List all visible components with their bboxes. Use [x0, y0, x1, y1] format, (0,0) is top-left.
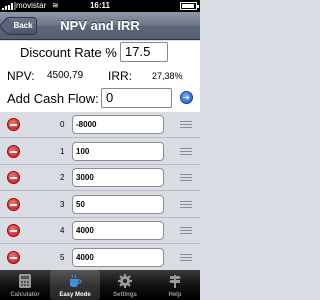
add-cash-flow-button[interactable]: ➜ [180, 91, 193, 104]
tab-label: Settings [113, 292, 137, 298]
discount-rate-label: Discount Rate % [20, 45, 117, 60]
delete-row-button[interactable] [7, 224, 20, 237]
reorder-handle-icon[interactable] [180, 121, 192, 129]
cash-flow-row: 1 100 [0, 138, 200, 165]
signpost-icon [169, 275, 181, 288]
delete-row-button[interactable] [7, 118, 20, 131]
tab-help[interactable]: Help [150, 270, 200, 300]
cash-flow-list[interactable]: 0 -8000 1 100 2 3000 3 50 4 4000 5 4000 [0, 112, 200, 271]
cash-flow-row: 5 4000 [0, 244, 200, 271]
tab-calculator[interactable]: Calculator [0, 270, 50, 300]
add-cash-flow-input[interactable]: 0 [101, 88, 172, 108]
cash-flow-row: 0 -8000 [0, 112, 200, 138]
discount-rate-input[interactable]: 17.5 [120, 42, 168, 62]
tab-label: Help [168, 292, 182, 298]
tab-label: Easy Mode [59, 292, 91, 298]
tab-label: Calculator [10, 292, 40, 298]
navigation-bar: Back NPV and IRR [0, 12, 200, 40]
input-form: Discount Rate % 17.5 NPV: 4500,79 IRR: 2… [0, 41, 200, 112]
cash-flow-index: 4 [60, 226, 65, 235]
cash-flow-input[interactable]: 50 [72, 194, 164, 214]
page-title: NPV and IRR [60, 18, 140, 33]
tab-bar: Calculator Easy Mode Settings Help [0, 270, 200, 300]
cash-flow-index: 3 [60, 199, 65, 209]
gear-icon [118, 274, 132, 288]
coffee-cup-icon [70, 274, 82, 287]
calculator-icon [19, 274, 31, 288]
delete-row-button[interactable] [7, 171, 20, 184]
tab-settings[interactable]: Settings [100, 270, 150, 300]
irr-label: IRR: [108, 69, 132, 83]
cash-flow-row: 4 4000 [0, 218, 200, 244]
delete-row-button[interactable] [7, 250, 20, 264]
cash-flow-row: 3 50 [0, 191, 200, 218]
status-bar: movistar ≋ 16:11 [0, 0, 200, 12]
irr-value: 27,38% [152, 71, 183, 81]
cash-flow-index: 0 [60, 120, 65, 129]
reorder-handle-icon[interactable] [180, 227, 192, 235]
cash-flow-index: 5 [60, 252, 65, 262]
cash-flow-input[interactable]: 3000 [72, 168, 164, 187]
cash-flow-input[interactable]: 100 [72, 141, 164, 161]
reorder-handle-icon[interactable] [180, 200, 192, 209]
battery-icon [180, 2, 199, 10]
reorder-handle-icon[interactable] [180, 174, 192, 182]
cash-flow-input[interactable]: -8000 [72, 115, 164, 134]
reorder-handle-icon[interactable] [180, 147, 192, 156]
arrow-right-icon: ➜ [183, 93, 190, 102]
add-cash-flow-label: Add Cash Flow: [7, 91, 99, 106]
reorder-handle-icon[interactable] [180, 253, 192, 262]
status-time: 16:11 [89, 1, 111, 10]
npv-label: NPV: [7, 69, 35, 83]
cash-flow-index: 1 [60, 146, 65, 156]
delete-row-button[interactable] [7, 144, 20, 158]
cash-flow-row: 2 3000 [0, 165, 200, 191]
cash-flow-index: 2 [60, 173, 65, 182]
cash-flow-input[interactable]: 4000 [72, 247, 164, 267]
npv-value: 4500,79 [47, 70, 84, 81]
tab-easy-mode[interactable]: Easy Mode [50, 270, 100, 300]
cash-flow-input[interactable]: 4000 [72, 221, 164, 240]
delete-row-button[interactable] [7, 197, 20, 211]
